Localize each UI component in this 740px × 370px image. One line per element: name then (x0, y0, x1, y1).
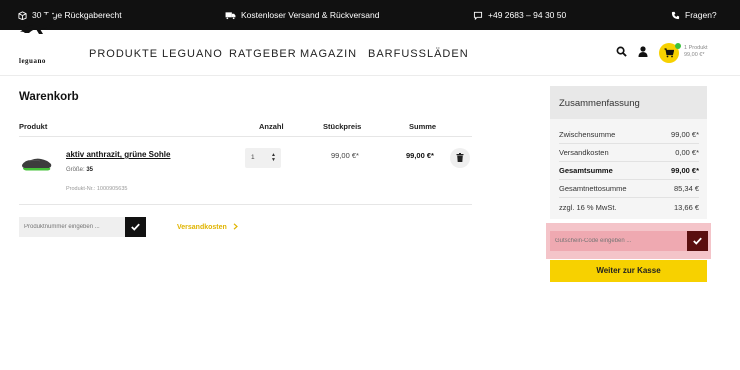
column-header-total: Summe (409, 122, 437, 131)
nav-item-magazin[interactable]: MAGAZIN (300, 48, 357, 60)
cart-info[interactable]: 1 Produkt 99,00 €* (684, 45, 708, 59)
free-shipping-text: Kostenloser Versand & Rückversand (241, 10, 380, 20)
nav-item-produkte[interactable]: PRODUKTE (89, 48, 158, 60)
summary-divider (559, 143, 699, 144)
add-product-button[interactable] (125, 217, 146, 237)
hotline-text[interactable]: +49 2683 – 94 30 50 (488, 10, 566, 20)
summary-divider (559, 161, 699, 162)
account-icon[interactable] (638, 46, 648, 57)
product-size-value: 35 (86, 167, 94, 173)
remove-item-button[interactable] (450, 148, 470, 168)
trash-icon (456, 153, 464, 162)
summary-label: Gesamtnettosumme (559, 184, 627, 193)
table-divider (19, 136, 472, 137)
phone-icon (671, 11, 680, 19)
column-header-unit-price: Stückpreis (323, 122, 362, 131)
chat-icon (473, 11, 483, 20)
summary-label: Gesamtsumme (559, 166, 613, 175)
select-arrows-icon: ▲ ▼ (271, 152, 276, 163)
summary-title: Zusammenfassung (559, 98, 640, 109)
product-size: Größe: 35 (66, 167, 93, 173)
logo-text[interactable]: leguano (19, 57, 46, 65)
summary-label: Zwischensumme (559, 130, 616, 139)
top-bar: 30 Tage Rückgaberecht Kostenloser Versan… (0, 0, 740, 30)
product-name-link[interactable]: aktiv anthrazit, grüne Sohle (66, 150, 170, 159)
voucher-code-input[interactable] (550, 231, 688, 251)
summary-value: 13,66 € (673, 203, 699, 212)
product-number-input[interactable] (19, 217, 126, 237)
truck-icon (225, 11, 236, 20)
summary-divider (559, 197, 699, 198)
summary-value: 99,00 €* (671, 130, 699, 139)
summary-label: zzgl. 16 % MwSt. (559, 203, 617, 212)
summary-value: 99,00 €* (671, 166, 699, 175)
page-title: Warenkorb (19, 91, 79, 103)
product-number: Produkt-Nr.: 1000905635 (66, 186, 128, 192)
chevron-right-icon (233, 223, 238, 230)
product-size-label: Größe: (66, 167, 85, 173)
lizard-logo[interactable] (18, 8, 58, 40)
shipping-costs-label: Versandkosten (177, 224, 227, 231)
nav-item-barfusslaeden[interactable]: BARFUSSLÄDEN (368, 48, 469, 60)
cart-badge (675, 43, 681, 49)
apply-voucher-button[interactable] (687, 231, 708, 251)
free-shipping: Kostenloser Versand & Rückversand (225, 0, 379, 30)
check-icon (131, 223, 140, 231)
unit-price: 99,00 €* (331, 151, 359, 160)
nav-item-leguano[interactable]: LEGUANO (162, 48, 223, 60)
table-divider (19, 204, 472, 205)
hotline[interactable]: +49 2683 – 94 30 50 (473, 0, 566, 30)
summary-divider (559, 179, 699, 180)
quantity-value: 1 (251, 154, 255, 161)
line-total: 99,00 €* (406, 151, 434, 160)
summary-label: Versandkosten (559, 148, 609, 157)
summary-value: 0,00 €* (675, 148, 699, 157)
shipping-costs-link[interactable]: Versandkosten (177, 223, 238, 231)
check-icon (693, 237, 702, 245)
questions-text[interactable]: Fragen? (685, 10, 717, 20)
search-icon[interactable] (616, 46, 627, 57)
questions-link[interactable]: Fragen? (671, 0, 717, 30)
summary-header: Zusammenfassung (550, 86, 707, 119)
quantity-select[interactable]: 1 ▲ ▼ (245, 148, 281, 168)
column-header-quantity: Anzahl (259, 122, 284, 131)
column-header-product: Produkt (19, 122, 48, 131)
cart-total: 99,00 €* (684, 52, 705, 58)
nav-item-ratgeber[interactable]: RATGEBER (229, 48, 297, 60)
cart-icon (664, 48, 674, 58)
cart-count: 1 Produkt (684, 45, 708, 51)
summary-value: 85,34 € (673, 184, 699, 193)
product-thumbnail[interactable] (21, 155, 53, 173)
checkout-button[interactable]: Weiter zur Kasse (550, 260, 707, 282)
